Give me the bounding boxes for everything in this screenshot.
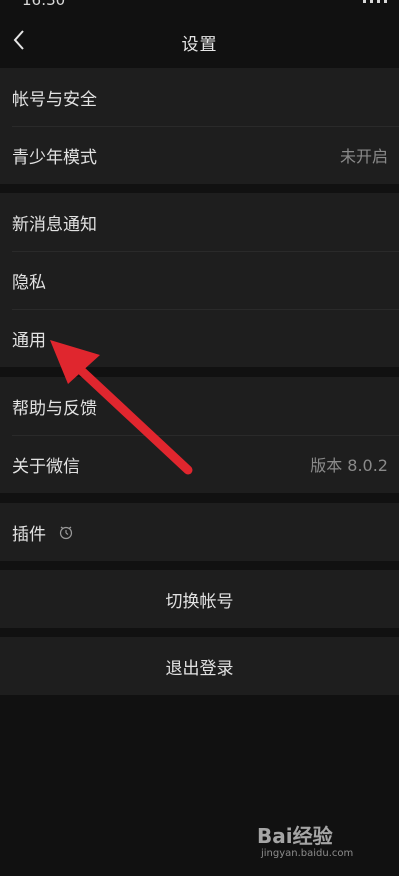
status-bar: 16:30 — [0, 0, 399, 12]
logout-button[interactable]: 退出登录 — [0, 637, 399, 695]
switch-account-group: 切换帐号 — [0, 570, 399, 628]
settings-item-account-security[interactable]: 帐号与安全 — [0, 68, 399, 126]
plugin-icon — [58, 524, 74, 540]
settings-group-general: 新消息通知 隐私 通用 — [0, 193, 399, 367]
settings-item-label: 插件 — [12, 524, 46, 545]
switch-account-button[interactable]: 切换帐号 — [0, 570, 399, 628]
version-value: 版本 8.0.2 — [310, 456, 388, 475]
settings-item-notifications[interactable]: 新消息通知 — [0, 193, 399, 251]
settings-item-help-feedback[interactable]: 帮助与反馈 — [0, 377, 399, 435]
watermark-url: jingyan.baidu.com — [261, 848, 354, 859]
logout-label: 退出登录 — [165, 658, 234, 679]
settings-item-label: 帐号与安全 — [12, 89, 97, 110]
settings-item-general[interactable]: 通用 — [0, 309, 399, 367]
settings-item-label: 关于微信 — [12, 456, 80, 477]
settings-item-label: 隐私 — [12, 272, 46, 293]
settings-item-label: 青少年模式 — [12, 147, 97, 168]
switch-account-label: 切换帐号 — [165, 591, 234, 612]
settings-group-plugins: 插件 — [0, 503, 399, 561]
settings-group-account: 帐号与安全 青少年模式 未开启 — [0, 68, 399, 184]
nav-bar: 设置 — [0, 12, 399, 68]
page-title: 设置 — [181, 35, 218, 55]
settings-item-privacy[interactable]: 隐私 — [0, 251, 399, 309]
status-time: 16:30 — [22, 0, 66, 9]
watermark-brand: Bai经验 — [257, 824, 333, 848]
settings-item-plugins[interactable]: 插件 — [0, 503, 399, 561]
settings-item-about[interactable]: 关于微信 版本 8.0.2 — [0, 435, 399, 493]
settings-group-help: 帮助与反馈 关于微信 版本 8.0.2 — [0, 377, 399, 493]
settings-item-label: 通用 — [12, 330, 46, 351]
logout-group: 退出登录 — [0, 637, 399, 695]
settings-item-label: 新消息通知 — [12, 214, 97, 235]
settings-item-label: 帮助与反馈 — [12, 398, 97, 419]
baidu-jingyan-watermark: Bai经验 jingyan.baidu.com — [257, 820, 387, 864]
settings-item-value: 未开启 — [339, 147, 388, 166]
signal-icon — [363, 0, 387, 3]
settings-item-teen-mode[interactable]: 青少年模式 未开启 — [0, 126, 399, 184]
